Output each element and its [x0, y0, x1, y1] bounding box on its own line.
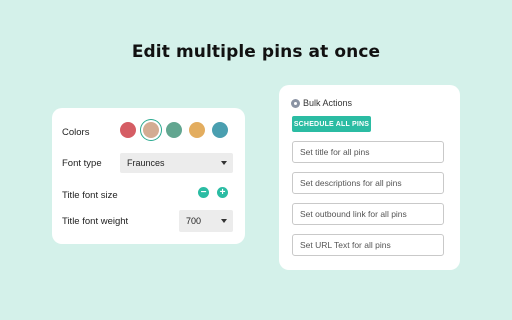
bulk-actions-title: Bulk Actions	[303, 98, 353, 108]
outbound-link-field	[292, 203, 444, 225]
page-headline: Edit multiple pins at once	[131, 42, 381, 62]
outbound-link-input[interactable]	[293, 204, 443, 224]
font-type-value: Fraunces	[127, 158, 165, 168]
url-text-field	[292, 234, 444, 256]
font-weight-select[interactable]: 700	[179, 210, 233, 232]
gear-icon	[291, 98, 300, 108]
schedule-all-pins-button[interactable]: SCHEDULE ALL PINS	[292, 116, 371, 132]
caret-down-icon	[221, 161, 227, 165]
descriptions-field	[292, 172, 444, 194]
bulk-actions-header: Bulk Actions	[291, 98, 352, 108]
font-type-select[interactable]: Fraunces	[120, 153, 233, 173]
bulk-actions-card: Bulk Actions SCHEDULE ALL PINS	[279, 85, 460, 270]
title-font-weight-label: Title font weight	[62, 216, 129, 227]
url-text-input[interactable]	[293, 235, 443, 255]
color-swatch-red[interactable]	[120, 122, 136, 138]
increase-font-size-button[interactable]: +	[217, 187, 228, 198]
title-input[interactable]	[293, 142, 443, 162]
title-field	[292, 141, 444, 163]
color-swatch-teal[interactable]	[212, 122, 228, 138]
pin-style-card: Colors Font type Fraunces Title font siz…	[52, 108, 245, 244]
caret-down-icon	[221, 219, 227, 223]
colors-label: Colors	[62, 127, 90, 138]
color-swatch-beige[interactable]	[143, 122, 159, 138]
color-swatches	[120, 122, 235, 138]
font-weight-value: 700	[186, 216, 202, 226]
color-swatch-green[interactable]	[166, 122, 182, 138]
decrease-font-size-button[interactable]: −	[198, 187, 209, 198]
title-font-size-label: Title font size	[62, 190, 118, 201]
font-type-label: Font type	[62, 158, 102, 169]
color-swatch-mustard[interactable]	[189, 122, 205, 138]
descriptions-input[interactable]	[293, 173, 443, 193]
